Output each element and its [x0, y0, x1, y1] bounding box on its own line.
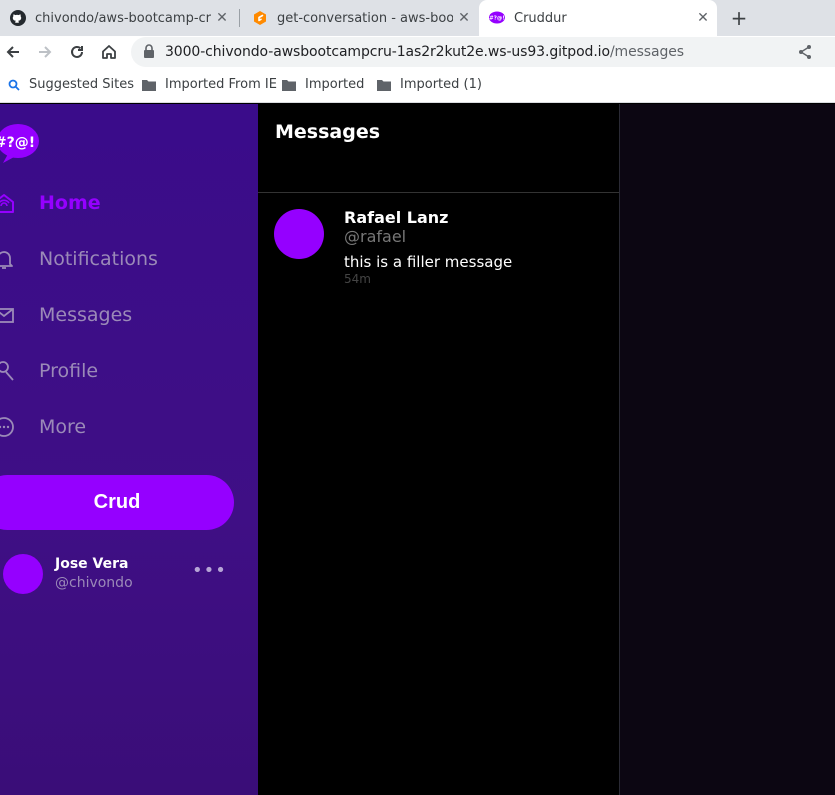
person-icon — [0, 361, 14, 381]
more-circle-icon — [0, 417, 14, 437]
back-button[interactable] — [1, 40, 25, 64]
cruddur-app: #?@! Home Notifications Messages Profile… — [0, 104, 835, 795]
folder-icon — [142, 79, 156, 91]
messages-panel: Messages Rafael Lanz @rafael this is a f… — [258, 104, 620, 795]
search-icon — [8, 79, 20, 91]
close-tab-icon[interactable]: ✕ — [695, 10, 711, 26]
avatar — [274, 209, 324, 259]
browser-tab-gitpod[interactable]: get-conversation - aws-bootca ✕ — [242, 0, 478, 36]
sidebar-item-more[interactable]: More — [0, 410, 200, 444]
url-path: /messages — [609, 44, 684, 60]
url-text: 3000-chivondo-awsbootcampcru-1as2r2kut2e… — [165, 44, 684, 60]
forward-button[interactable] — [33, 40, 57, 64]
message-group-item[interactable]: Rafael Lanz @rafael this is a filler mes… — [258, 193, 619, 293]
bookmark-label: Imported From IE — [165, 77, 277, 92]
browser-tab-cruddur[interactable]: #?@! Cruddur ✕ — [479, 0, 717, 36]
folder-icon — [377, 79, 391, 91]
bookmark-imported-from-ie[interactable]: Imported From IE — [142, 77, 277, 92]
bookmark-suggested-sites[interactable]: Suggested Sites — [8, 77, 134, 92]
bookmark-label: Suggested Sites — [29, 77, 134, 92]
right-panel — [620, 104, 835, 795]
sidebar-item-label: Notifications — [39, 248, 158, 270]
avatar[interactable] — [3, 554, 43, 594]
browser-tab-github[interactable]: chivondo/aws-bootcamp-crud ✕ — [0, 0, 236, 36]
gitpod-icon — [254, 11, 266, 25]
house-icon — [102, 45, 116, 59]
bell-icon — [0, 251, 13, 269]
tab-title: get-conversation - aws-bootca — [277, 10, 453, 26]
message-time: 54m — [344, 272, 371, 286]
new-tab-button[interactable]: + — [729, 8, 749, 28]
share-icon[interactable] — [797, 44, 813, 60]
bookmark-label: Imported (1) — [400, 77, 482, 92]
crud-button[interactable]: Crud — [0, 475, 234, 530]
bookmark-imported-1[interactable]: Imported (1) — [377, 77, 482, 92]
home-icon — [0, 194, 14, 213]
lock-icon — [144, 44, 154, 58]
user-display-name: Jose Vera — [55, 556, 129, 572]
sidebar: #?@! Home Notifications Messages Profile… — [0, 104, 258, 795]
tab-separator — [239, 9, 240, 27]
tab-title: Cruddur — [514, 10, 567, 26]
sidebar-item-label: Profile — [39, 360, 99, 382]
page-title: Messages — [275, 121, 381, 143]
bookmark-imported[interactable]: Imported — [282, 77, 364, 92]
sidebar-item-label: Messages — [39, 304, 133, 326]
svg-text:#?@!: #?@! — [489, 16, 505, 22]
arrow-right-icon — [39, 46, 52, 58]
cruddur-icon: #?@! — [489, 11, 505, 24]
sidebar-item-messages[interactable]: Messages — [0, 298, 200, 332]
close-tab-icon[interactable]: ✕ — [214, 10, 230, 26]
envelope-icon — [0, 308, 14, 323]
sidebar-item-notifications[interactable]: Notifications — [0, 242, 200, 276]
message-text: this is a filler message — [344, 253, 513, 271]
sidebar-item-label: Home — [39, 192, 101, 214]
logo-text: #?@! — [0, 135, 35, 151]
folder-icon — [282, 79, 296, 91]
reload-button[interactable] — [65, 40, 89, 64]
tab-title: chivondo/aws-bootcamp-crud — [35, 10, 211, 26]
url-host: 3000-chivondo-awsbootcampcru-1as2r2kut2e… — [165, 44, 610, 60]
sidebar-item-home[interactable]: Home — [0, 186, 200, 220]
bookmark-label: Imported — [305, 77, 365, 92]
user-handle: @chivondo — [55, 575, 133, 591]
close-tab-icon[interactable]: ✕ — [456, 10, 472, 26]
cruddur-logo[interactable]: #?@! — [0, 122, 40, 164]
home-button[interactable] — [97, 40, 121, 64]
bookmarks-bar: Suggested Sites Imported From IE Importe… — [0, 69, 835, 103]
github-icon — [10, 10, 26, 26]
message-sender-name: Rafael Lanz — [344, 208, 449, 227]
more-options-icon[interactable]: ••• — [192, 562, 226, 580]
address-bar[interactable]: 3000-chivondo-awsbootcampcru-1as2r2kut2e… — [131, 37, 835, 67]
browser-tab-strip: chivondo/aws-bootcamp-crud ✕ get-convers… — [0, 0, 835, 36]
browser-toolbar: 3000-chivondo-awsbootcampcru-1as2r2kut2e… — [0, 36, 835, 69]
arrow-left-icon — [6, 46, 19, 58]
sidebar-item-profile[interactable]: Profile — [0, 354, 200, 388]
message-sender-handle: @rafael — [344, 227, 407, 246]
sidebar-item-label: More — [39, 416, 87, 438]
reload-icon — [71, 45, 83, 58]
